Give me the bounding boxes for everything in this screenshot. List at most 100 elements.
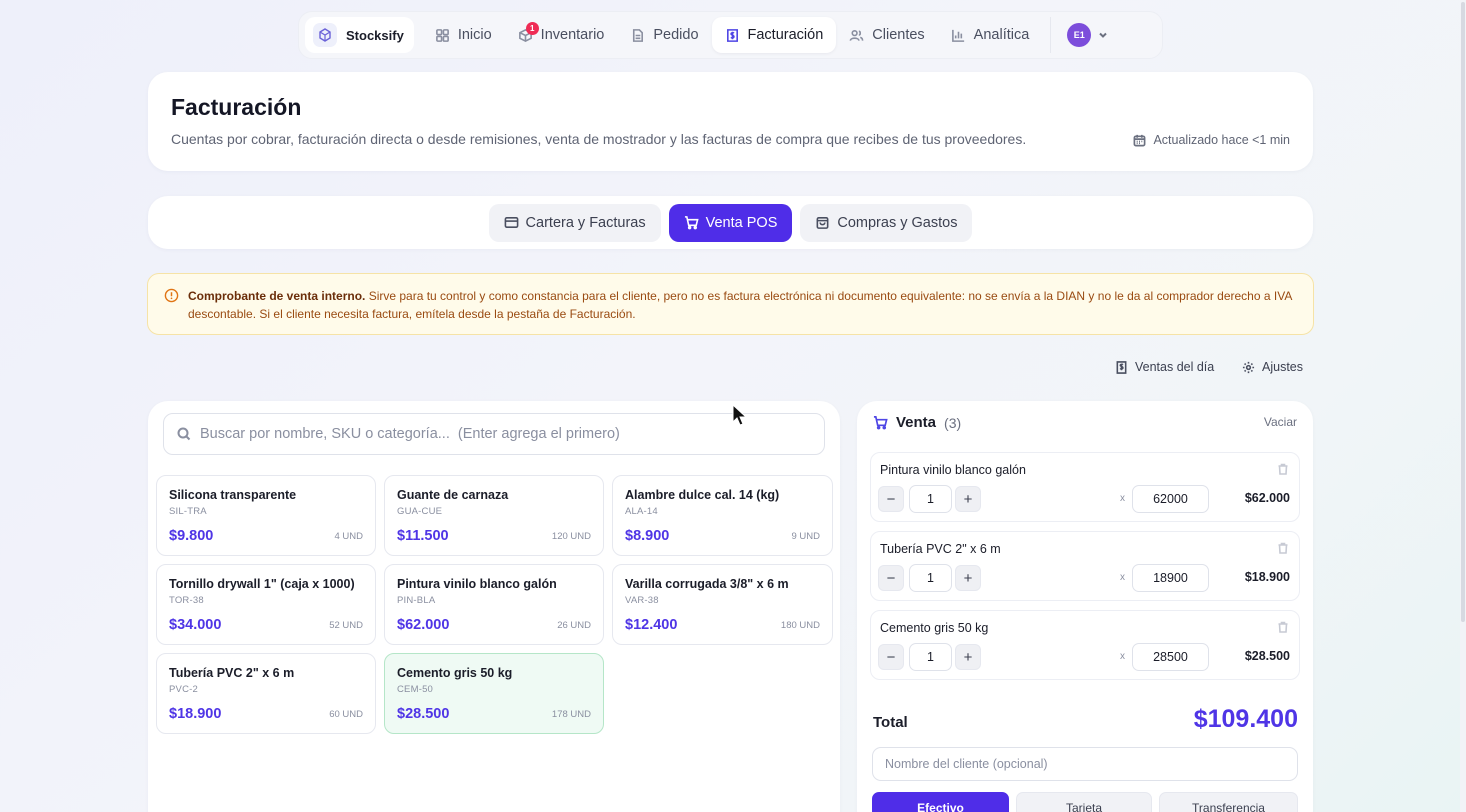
nav-item-label: Facturación (747, 27, 824, 43)
product-sku: VAR-38 (625, 595, 659, 606)
chevron-down-icon (1099, 32, 1108, 38)
product-card[interactable]: Pintura vinilo blanco galón PIN-BLA $62.… (384, 564, 604, 645)
tab-venta-pos[interactable]: Venta POS (668, 203, 793, 242)
alert-circle-icon (164, 288, 179, 303)
product-stock: 60 UND (329, 709, 363, 720)
product-card[interactable]: Guante de carnaza GUA-CUE $11.500 120 UN… (384, 475, 604, 556)
product-price: $8.900 (625, 528, 670, 544)
nav-item-inventario[interactable]: 1 Inventario (505, 17, 618, 53)
search-input[interactable] (200, 426, 800, 442)
nav-item-facturacion[interactable]: Facturación (711, 17, 837, 53)
tab-label: Compras y Gastos (837, 214, 958, 231)
cart-title: Venta (896, 414, 937, 431)
nav-item-label: Pedido (653, 27, 699, 43)
product-sku: CEM-50 (397, 684, 434, 695)
product-card[interactable]: Alambre dulce cal. 14 (kg) ALA-14 $8.900… (612, 475, 833, 556)
product-card[interactable]: Varilla corrugada 3/8" x 6 m VAR-38 $12.… (612, 564, 833, 645)
page-subtitle: Cuentas por cobrar, facturación directa … (171, 131, 1027, 147)
product-sku: ALA-14 (625, 506, 658, 517)
nav-item-clientes[interactable]: Clientes (836, 17, 937, 53)
nav-item-inicio[interactable]: Inicio (422, 17, 505, 53)
product-name: Tubería PVC 2" x 6 m (169, 666, 295, 680)
product-sku: GUA-CUE (397, 506, 443, 517)
nav-item-label: Analítica (973, 27, 1030, 43)
client-name-input[interactable] (872, 747, 1298, 781)
product-stock: 180 UND (780, 620, 820, 631)
product-price: $9.800 (169, 528, 214, 544)
times-sign: x (1120, 572, 1125, 583)
product-card[interactable]: Silicona transparente SIL-TRA $9.800 4 U… (156, 475, 376, 556)
gear-icon (1242, 361, 1255, 373)
brand-name: Stocksify (346, 27, 404, 43)
quantity-input[interactable]: 1 (909, 564, 952, 592)
unit-price-input[interactable]: 28500 (1132, 643, 1209, 671)
nav-item-analitica[interactable]: Analítica (938, 17, 1043, 53)
cart-icon (873, 416, 888, 430)
nav-item-pedido[interactable]: Pedido (617, 17, 711, 53)
quantity-input[interactable]: 1 (909, 643, 952, 671)
product-name: Varilla corrugada 3/8" x 6 m (625, 577, 789, 591)
users-icon (849, 29, 864, 41)
nav-item-label: Clientes (872, 27, 925, 43)
grid-icon (435, 28, 449, 42)
decrease-qty-button[interactable]: − (878, 644, 904, 670)
cart-header: Venta (3) (873, 414, 961, 431)
settings-label: Ajustes (1262, 360, 1303, 374)
payment-cash-button[interactable]: Efectivo (872, 792, 1009, 812)
times-sign: x (1120, 651, 1125, 662)
cart-line: Pintura vinilo blanco galón − 1 + x 6200… (870, 452, 1300, 522)
unit-price-input[interactable]: 18900 (1132, 564, 1209, 592)
unit-price-input[interactable]: 62000 (1132, 485, 1209, 513)
section-tabs: Cartera y Facturas Venta POS Compras y G… (148, 196, 1313, 249)
product-name: Alambre dulce cal. 14 (kg) (625, 488, 780, 502)
shopping-bag-icon (816, 217, 829, 229)
sales-today-button[interactable]: Ventas del día (1115, 356, 1214, 378)
increase-qty-button[interactable]: + (955, 644, 981, 670)
last-updated: Actualizado hace <1 min (1133, 133, 1290, 147)
line-subtotal: $28.500 (1244, 649, 1290, 663)
tab-label: Cartera y Facturas (525, 214, 646, 231)
receipt-icon (1116, 360, 1127, 374)
product-card[interactable]: Tornillo drywall 1" (caja x 1000) TOR-38… (156, 564, 376, 645)
tab-label: Venta POS (705, 214, 778, 231)
clear-cart-button[interactable]: Vaciar (1264, 415, 1297, 429)
cart-line: Tubería PVC 2" x 6 m − 1 + x 18900 $18.9… (870, 531, 1300, 601)
payment-card-button[interactable]: Tarjeta (1016, 792, 1152, 812)
product-price: $28.500 (397, 706, 450, 722)
quantity-input[interactable]: 1 (909, 485, 952, 513)
tab-cartera-facturas[interactable]: Cartera y Facturas (488, 203, 661, 242)
top-navigation: Stocksify Inicio 1 Inventario Pedido Fac… (298, 11, 1163, 59)
increase-qty-button[interactable]: + (955, 486, 981, 512)
credit-card-icon (504, 217, 518, 228)
cart-line-name: Tubería PVC 2" x 6 m (880, 542, 1001, 556)
scrollbar-thumb[interactable] (1461, 2, 1465, 622)
product-card[interactable]: Cemento gris 50 kg CEM-50 $28.500 178 UN… (384, 653, 604, 734)
product-name: Tornillo drywall 1" (caja x 1000) (169, 577, 355, 591)
cart-icon (684, 216, 699, 230)
product-sku: TOR-38 (169, 595, 204, 606)
decrease-qty-button[interactable]: − (878, 565, 904, 591)
brand[interactable]: Stocksify (305, 17, 414, 53)
decrease-qty-button[interactable]: − (878, 486, 904, 512)
trash-icon[interactable] (1277, 621, 1289, 633)
product-card[interactable]: Tubería PVC 2" x 6 m PVC-2 $18.900 60 UN… (156, 653, 376, 734)
product-stock: 4 UND (334, 531, 363, 542)
product-sku: SIL-TRA (169, 506, 207, 517)
mouse-cursor-icon (732, 404, 748, 426)
increase-qty-button[interactable]: + (955, 565, 981, 591)
search-box[interactable] (163, 413, 825, 455)
product-stock: 52 UND (329, 620, 363, 631)
sales-today-label: Ventas del día (1135, 360, 1215, 374)
tab-compras-gastos[interactable]: Compras y Gastos (800, 203, 973, 242)
trash-icon[interactable] (1277, 463, 1289, 475)
trash-icon[interactable] (1277, 542, 1289, 554)
page-scrollbar[interactable] (1460, 0, 1466, 812)
total-amount: $109.400 (1193, 705, 1298, 733)
user-menu[interactable]: E1 (1059, 23, 1117, 47)
product-stock: 178 UND (551, 709, 591, 720)
settings-button[interactable]: Ajustes (1242, 356, 1303, 378)
page-header: Facturación Cuentas por cobrar, facturac… (148, 72, 1313, 171)
payment-transfer-button[interactable]: Transferencia (1159, 792, 1298, 812)
cart-line-name: Pintura vinilo blanco galón (880, 463, 1026, 477)
cart-line-name: Cemento gris 50 kg (880, 621, 989, 635)
